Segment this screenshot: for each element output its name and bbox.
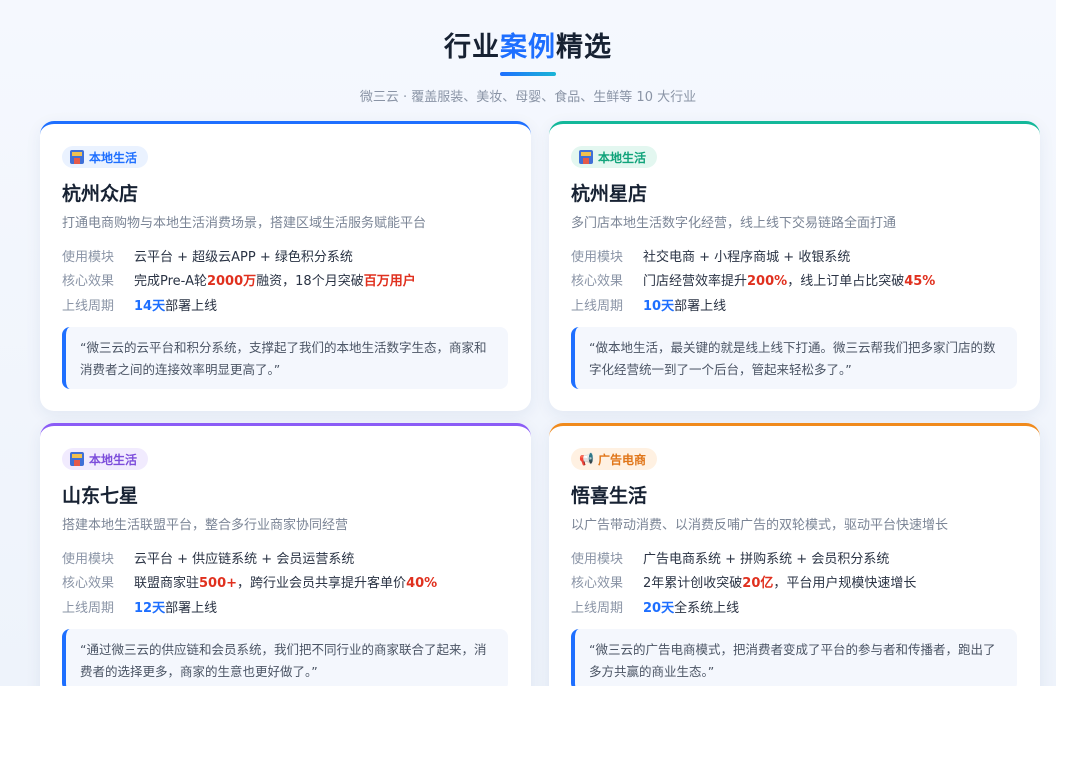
store-icon [70,150,84,164]
effect-highlight: 45% [904,274,936,290]
row-label: 上线周期 [571,600,624,616]
row-label: 使用模块 [571,551,624,567]
cycle-text: 全系统上线 [674,600,740,616]
case-description: 以广告带动消费、以消费反哺广告的双轮模式，驱动平台快速增长 [571,518,949,533]
effect-highlight: 2000万 [206,274,257,290]
row-label: 核心效果 [571,576,624,592]
case-card-wuxi-life[interactable]: 📢 广告电商 悟喜生活 以广告带动消费、以消费反哺广告的双轮模式，驱动平台快速增长… [549,423,1040,686]
industry-tag: 📢 广告电商 [571,448,658,470]
row-value: 2年累计创收突破20亿，平台用户规模快速增长 [643,572,916,591]
testimonial-quote: “通过微三云的供应链和会员系统，我们把不同行业的商家联合了起来，消费者的选择更多… [62,629,508,686]
industry-tag: 本地生活 [62,146,149,168]
case-description: 搭建本地生活联盟平台，整合多行业商家协同经营 [62,518,349,533]
cycle-row: 上线周期 12天部署上线 [62,594,437,619]
effect-text: 完成Pre-A轮 [134,274,207,290]
row-label: 核心效果 [62,576,115,592]
effect-highlight: 200% [747,274,788,290]
effect-text: 联盟商家驻 [134,576,200,592]
effect-highlight: 百万用户 [363,274,416,290]
row-label: 上线周期 [571,298,624,314]
row-label: 核心效果 [571,274,624,290]
cycle-days: 20天 [643,600,675,616]
case-card-shandong-qixing[interactable]: 本地生活 山东七星 搭建本地生活联盟平台，整合多行业商家协同经营 使用模块 云平台… [40,423,531,686]
section-subtitle: 微三云 · 覆盖服装、美妆、母婴、食品、生鲜等 10 大行业 [359,90,697,105]
row-value: 社交电商 + 小程序商城 + 收银系统 [643,249,851,265]
case-details: 使用模块 云平台 + 超级云APP + 绿色积分系统 核心效果 完成Pre-A轮20… [62,243,416,317]
effect-highlight: 500+ [199,576,238,592]
tag-label: 本地生活 [89,452,138,467]
case-name: 悟喜生活 [571,485,648,507]
title-highlight: 案例 [500,32,556,63]
effect-row: 核心效果 联盟商家驻500+，跨行业会员共享提升客单价40% [62,570,437,595]
row-value: 云平台 + 供应链系统 + 会员运营系统 [134,551,355,567]
cycle-days: 14天 [134,298,166,314]
effect-text: ，跨行业会员共享提升客单价 [237,576,407,592]
cycle-days: 10天 [643,298,675,314]
row-label: 上线周期 [62,600,115,616]
effect-highlight: 20亿 [742,576,774,592]
industry-cases-section: 行业案例精选 微三云 · 覆盖服装、美妆、母婴、食品、生鲜等 10 大行业 本地… [0,0,1056,686]
module-row: 使用模块 广告电商系统 + 拼购系统 + 会员积分系统 [571,545,916,570]
row-value: 门店经营效率提升200%，线上订单占比突破45% [643,270,935,289]
effect-text: 门店经营效率提升 [643,274,748,290]
title-underline [500,72,556,76]
case-details: 使用模块 广告电商系统 + 拼购系统 + 会员积分系统 核心效果 2年累计创收突破2… [571,545,916,619]
row-value: 完成Pre-A轮2000万融资，18个月突破百万用户 [134,270,416,289]
row-value: 20天全系统上线 [643,597,739,616]
row-value: 14天部署上线 [134,295,217,314]
effect-text: ，平台用户规模快速增长 [773,576,917,592]
case-card-hangzhou-zhongdian[interactable]: 本地生活 杭州众店 打通电商购物与本地生活消费场景，搭建区域生活服务赋能平台 使… [40,121,531,411]
tag-label: 广告电商 [598,452,647,467]
title-part: 精选 [556,32,612,63]
industry-tag: 本地生活 [571,146,658,168]
row-value: 12天部署上线 [134,597,217,616]
store-icon [579,150,593,164]
tag-label: 本地生活 [89,150,138,165]
row-label: 使用模块 [571,249,624,265]
cycle-text: 部署上线 [165,600,218,616]
cycle-text: 部署上线 [165,298,218,314]
case-card-hangzhou-xingdian[interactable]: 本地生活 杭州星店 多门店本地生活数字化经营，线上线下交易链路全面打通 使用模块… [549,121,1040,411]
cycle-row: 上线周期 20天全系统上线 [571,594,916,619]
cycle-row: 上线周期 14天部署上线 [62,292,416,317]
tag-label: 本地生活 [598,150,647,165]
effect-text: 融资，18个月突破 [256,274,364,290]
section-title: 行业案例精选 [0,28,1056,68]
row-value: 云平台 + 超级云APP + 绿色积分系统 [134,249,353,265]
effect-text: ，线上订单占比突破 [787,274,905,290]
case-details: 使用模块 社交电商 + 小程序商城 + 收银系统 核心效果 门店经营效率提升200%… [571,243,935,317]
testimonial-quote: “做本地生活，最关键的就是线上线下打通。微三云帮我们把多家门店的数字化经营统一到… [571,327,1017,389]
effect-row: 核心效果 完成Pre-A轮2000万融资，18个月突破百万用户 [62,268,416,293]
effect-highlight: 40% [406,576,438,592]
cycle-row: 上线周期 10天部署上线 [571,292,935,317]
row-label: 使用模块 [62,249,115,265]
case-description: 多门店本地生活数字化经营，线上线下交易链路全面打通 [571,216,897,231]
effect-row: 核心效果 2年累计创收突破20亿，平台用户规模快速增长 [571,570,916,595]
megaphone-icon: 📢 [579,452,594,466]
case-description: 打通电商购物与本地生活消费场景，搭建区域生活服务赋能平台 [62,216,427,231]
row-label: 核心效果 [62,274,115,290]
industry-tag: 本地生活 [62,448,149,470]
effect-text: 2年累计创收突破 [643,576,743,592]
store-icon [70,452,84,466]
section-header: 行业案例精选 微三云 · 覆盖服装、美妆、母婴、食品、生鲜等 10 大行业 [0,28,1056,105]
title-part: 行业 [444,32,500,63]
row-label: 上线周期 [62,298,115,314]
testimonial-quote: “微三云的广告电商模式，把消费者变成了平台的参与者和传播者，跑出了多方共赢的商业… [571,629,1017,686]
module-row: 使用模块 云平台 + 供应链系统 + 会员运营系统 [62,545,437,570]
case-name: 山东七星 [62,485,139,507]
testimonial-quote: “微三云的云平台和积分系统，支撑起了我们的本地生活数字生态，商家和消费者之间的连… [62,327,508,389]
cycle-days: 12天 [134,600,166,616]
row-label: 使用模块 [62,551,115,567]
module-row: 使用模块 社交电商 + 小程序商城 + 收银系统 [571,243,935,268]
row-value: 联盟商家驻500+，跨行业会员共享提升客单价40% [134,572,437,591]
case-name: 杭州星店 [571,183,648,205]
cycle-text: 部署上线 [674,298,727,314]
row-value: 10天部署上线 [643,295,726,314]
row-value: 广告电商系统 + 拼购系统 + 会员积分系统 [643,551,890,567]
module-row: 使用模块 云平台 + 超级云APP + 绿色积分系统 [62,243,416,268]
effect-row: 核心效果 门店经营效率提升200%，线上订单占比突破45% [571,268,935,293]
case-name: 杭州众店 [62,183,139,205]
case-details: 使用模块 云平台 + 供应链系统 + 会员运营系统 核心效果 联盟商家驻500+，跨… [62,545,437,619]
